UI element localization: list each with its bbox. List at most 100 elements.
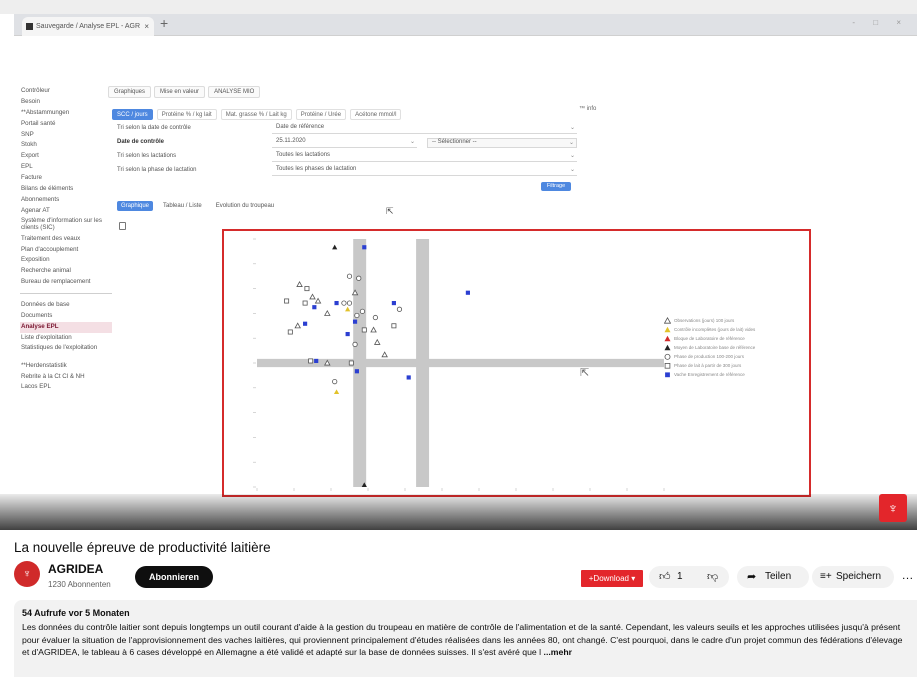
top-tab-bar: Graphiques Mise en valeur ANALYSE MIO bbox=[108, 86, 261, 98]
sidebar-item[interactable]: Agenar AT bbox=[20, 206, 112, 217]
sidebar-item[interactable]: Rebrite à la Ct Cl & NH bbox=[20, 372, 112, 383]
metric-tab[interactable]: Acétone mmol/l bbox=[350, 109, 402, 120]
date-sort-select[interactable]: Date de référence ⌄ bbox=[272, 124, 577, 134]
legend-marker bbox=[664, 326, 671, 333]
sidebar-item[interactable]: Bilans de éléments bbox=[20, 184, 112, 195]
browser-tab[interactable]: Sauvegarde / Analyse EPL - AGR × bbox=[22, 17, 154, 36]
legend-marker-shape bbox=[664, 326, 671, 333]
playlist-add-icon: ≡+ bbox=[820, 571, 832, 582]
legend-label: Observations (jours) 100 jours bbox=[674, 318, 735, 323]
view-tab[interactable]: Tableau / Liste bbox=[159, 201, 206, 211]
app-page: Contrôleur Besoin **Abstammungen Portail sa… bbox=[14, 36, 917, 530]
sidebar-item[interactable]: Plan d'accouplement bbox=[20, 245, 112, 256]
thumbs-up-icon[interactable]: 👍︎ bbox=[659, 566, 671, 588]
share-icon: ➦ bbox=[747, 571, 757, 583]
thumbs-down-icon[interactable]: 👎︎ bbox=[707, 566, 718, 588]
metric-tab[interactable]: Protéine % / kg lait bbox=[156, 109, 217, 120]
download-button[interactable]: +Download ▾ bbox=[581, 570, 643, 587]
sidebar-item[interactable]: Système d'information sur les clients (S… bbox=[20, 217, 112, 234]
save-label: Speichern bbox=[836, 571, 882, 582]
legend-marker-glyph bbox=[664, 353, 671, 360]
legend-marker bbox=[664, 371, 671, 378]
sidebar-item[interactable]: Bureau de remplacement bbox=[20, 277, 112, 288]
filter-button[interactable]: Filtrage bbox=[541, 182, 571, 191]
filter-label: Tri selon la date de contrôle bbox=[117, 125, 191, 131]
metric-tab[interactable]: Protéine / Urée bbox=[295, 109, 347, 120]
video-description[interactable]: 54 Aufrufe vor 5 Monaten Les données du … bbox=[14, 600, 917, 677]
sidebar-item[interactable]: Exposition bbox=[20, 255, 112, 266]
scatter-point bbox=[345, 331, 350, 337]
info-label[interactable]: ™ info bbox=[579, 106, 596, 112]
channel-name[interactable]: AGRIDEA bbox=[48, 562, 103, 576]
sidebar-item[interactable]: Facture bbox=[20, 173, 112, 184]
sidebar-item[interactable]: SNP bbox=[20, 130, 112, 141]
channel-avatar[interactable]: ♆ bbox=[14, 561, 40, 587]
save-button[interactable]: ≡+ Speichern bbox=[812, 566, 894, 588]
select-value: Toutes les lactations bbox=[276, 152, 331, 158]
window-controls[interactable]: - □ × bbox=[852, 18, 909, 27]
scatter-point bbox=[354, 312, 360, 319]
sidebar-item[interactable]: Liste d'exploitation bbox=[20, 333, 112, 344]
chevron-down-icon: ⌄ bbox=[569, 125, 575, 131]
more-actions-button[interactable]: … bbox=[898, 566, 917, 588]
sidebar-item[interactable]: Portail santé bbox=[20, 119, 112, 130]
scatter-point bbox=[294, 322, 301, 329]
view-tab[interactable]: Graphique bbox=[117, 201, 154, 211]
legend-marker-glyph bbox=[664, 335, 671, 342]
browser-tab-title: Sauvegarde / Analyse EPL - AGR bbox=[36, 23, 141, 30]
tab-close-icon[interactable]: × bbox=[144, 17, 149, 36]
select-value: 25.11.2020 bbox=[276, 138, 306, 144]
metric-tab[interactable]: SCC / jours bbox=[112, 109, 153, 120]
control-date-select[interactable]: 25.11.2020 ⌄ bbox=[272, 138, 417, 148]
legend-item: Phase de production 100-200 jours bbox=[664, 352, 804, 361]
scatter-point bbox=[381, 351, 388, 358]
app-favicon-icon bbox=[26, 23, 33, 30]
scatter-point bbox=[348, 360, 354, 366]
sidebar-item[interactable]: Contrôleur bbox=[20, 86, 112, 97]
metric-tab[interactable]: Mat. grasse % / Lait kg bbox=[220, 109, 292, 120]
sidebar-item[interactable]: Recherche animal bbox=[20, 266, 112, 277]
share-button[interactable]: ➦ Teilen bbox=[737, 566, 809, 588]
filter-label: Tri selon la phase de lactation bbox=[117, 167, 197, 173]
new-tab-icon[interactable]: + bbox=[160, 15, 168, 31]
sidebar-item[interactable]: Analyse EPL bbox=[20, 321, 112, 333]
sidebar-item[interactable]: Abonnements bbox=[20, 195, 112, 206]
scatter-point bbox=[346, 273, 353, 279]
top-tab[interactable]: Graphiques bbox=[108, 86, 152, 98]
sidebar-item[interactable]: Export bbox=[20, 151, 112, 162]
show-more-link[interactable]: ...mehr bbox=[544, 647, 573, 657]
scatter-point bbox=[308, 358, 314, 364]
legend-marker-shape bbox=[664, 344, 671, 351]
legend-label: Phase de production 100-200 jours bbox=[674, 354, 745, 359]
chevron-down-icon: ⌄ bbox=[569, 167, 575, 173]
sidebar-item[interactable]: **Herdenstatistik bbox=[20, 361, 112, 372]
sidebar-item[interactable]: Données de base bbox=[20, 300, 112, 311]
sidebar-item[interactable]: EPL bbox=[20, 162, 112, 173]
scatter-point bbox=[352, 319, 358, 324]
sidebar-item[interactable]: Traitement des veaux bbox=[20, 234, 112, 245]
scatter-point bbox=[362, 245, 367, 250]
export-icon[interactable] bbox=[119, 222, 126, 230]
legend-marker-shape bbox=[664, 353, 671, 360]
sidebar-item[interactable]: Documents bbox=[20, 311, 112, 322]
sidebar-item[interactable]: Statistiques de l'exploitation bbox=[20, 344, 112, 361]
lactation-phase-select[interactable]: Toutes les phases de lactation ⌄ bbox=[272, 166, 577, 176]
lactation-select[interactable]: Toutes les lactations ⌄ bbox=[272, 152, 577, 162]
top-tab[interactable]: Mise en valeur bbox=[154, 86, 206, 98]
legend-item: Phase de lait à partir de 300 jours bbox=[664, 361, 804, 370]
scatter-point bbox=[324, 309, 331, 316]
chevron-down-icon: ⌄ bbox=[568, 140, 574, 146]
sidebar-item[interactable]: Stokh bbox=[20, 140, 112, 151]
subscribe-button[interactable]: Abonnieren bbox=[135, 566, 213, 588]
scatter-point bbox=[284, 298, 290, 304]
compare-date-select[interactable]: -- Sélectionner -- ⌄ bbox=[427, 138, 577, 148]
sidebar-item[interactable]: **Abstammungen bbox=[20, 108, 112, 119]
view-tab[interactable]: Evolution du troupeau bbox=[212, 201, 278, 211]
sidebar-item[interactable]: Besoin bbox=[20, 97, 112, 108]
scatter-chart-panel: Observations (jours) 100 jours Contrôle i… bbox=[222, 229, 811, 497]
channel-watermark-icon[interactable]: ♆ bbox=[879, 494, 907, 522]
top-tab[interactable]: ANALYSE MIO bbox=[208, 86, 261, 98]
filter-label: Tri selon les lactations bbox=[117, 153, 177, 159]
video-player[interactable]: Sauvegarde / Analyse EPL - AGR × + - □ ×… bbox=[0, 0, 917, 530]
sidebar-item[interactable]: Lacos EPL bbox=[20, 382, 112, 393]
